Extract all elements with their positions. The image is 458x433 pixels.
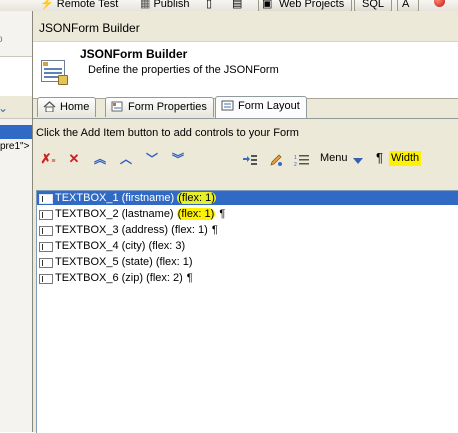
publish-icon: ▦ (140, 0, 151, 10)
move-to-bottom-button[interactable]: ︾ (169, 149, 187, 169)
svg-text:2: 2 (294, 162, 297, 167)
double-chevron-down-icon: ︾ (171, 152, 184, 166)
stop-icon[interactable] (434, 0, 445, 7)
list-item[interactable]: TEXTBOX_6 (zip) (flex: 2) ¶ (37, 271, 458, 285)
move-down-button[interactable]: ﹀ (143, 149, 161, 169)
textbox-icon (39, 258, 53, 268)
list-item[interactable]: TEXTBOX_3 (address) (flex: 1) ¶ (37, 223, 458, 237)
layout-toolbar: ✗≡ ✕ ︽ ︿ ﹀ ︾ 12 Menu ¶ Width (33, 149, 458, 171)
form-layout-icon (221, 99, 234, 111)
chevron-up-icon: ︿ (119, 152, 132, 166)
ide-left-panel: o ⌄ pre1"> (0, 11, 33, 432)
delete-icon: ✕ (68, 151, 80, 166)
list-item[interactable]: TEXTBOX_4 (city) (flex: 3) (37, 239, 458, 253)
banner-heading: JSONForm Builder (80, 47, 188, 61)
numbered-list-icon: 12 (294, 154, 309, 168)
textbox-icon (39, 226, 53, 236)
textbox-icon (39, 274, 53, 284)
dialog-title: JSONForm Builder (39, 21, 140, 35)
left-panel-text: o (0, 34, 3, 45)
tab-home[interactable]: Home (37, 97, 97, 117)
tab-bar: Home Form Properties Form Layout (33, 96, 458, 119)
home-icon (43, 100, 56, 113)
device-icon[interactable]: ▯ (206, 0, 212, 11)
numbered-list-button[interactable]: 12 (293, 149, 311, 169)
web-projects-icon: ▣ (262, 0, 273, 10)
list-item[interactable]: TEXTBOX_2 (lastname) (flex: 1) ¶ (37, 207, 458, 221)
chevron-down-icon: ﹀ (145, 152, 158, 166)
add-item-button[interactable] (241, 149, 259, 169)
list-item[interactable]: TEXTBOX_5 (state) (flex: 1) (37, 255, 458, 269)
width-button[interactable]: Width (389, 151, 422, 166)
menu-dropdown-label[interactable]: Menu (320, 152, 348, 164)
font-icon: A (402, 0, 410, 10)
double-chevron-up-icon: ︽ (93, 152, 106, 166)
chevron-down-icon[interactable]: ⌄ (0, 101, 8, 115)
edit-pencil-icon (270, 154, 282, 166)
clipboard-icon[interactable]: ▤ (232, 0, 242, 11)
svg-text:1: 1 (294, 155, 297, 161)
form-layout-panel: Click the Add Item button to add control… (33, 119, 458, 433)
jsonform-builder-dialog: JSONForm Builder JSONForm Builder Define… (32, 11, 458, 433)
edit-item-button[interactable] (267, 149, 285, 169)
publish-button[interactable]: ▦ Publish (140, 0, 190, 11)
lightning-icon: ⚡ (40, 0, 54, 10)
add-item-icon (243, 154, 257, 165)
tab-form-properties[interactable]: Form Properties (105, 97, 214, 117)
form-items-list[interactable]: TEXTBOX_1 (firstname) (flex: 1) TEXTBOX_… (36, 190, 458, 433)
line-break-button[interactable]: ¶ (376, 150, 383, 165)
move-to-top-button[interactable]: ︽ (91, 149, 109, 169)
left-panel-field[interactable] (0, 56, 32, 100)
left-panel-selection[interactable] (0, 125, 32, 139)
remote-test-button[interactable]: ⚡ Remote Test (40, 0, 118, 11)
code-fragment: pre1"> (0, 141, 30, 152)
textbox-icon (39, 242, 53, 252)
tab-form-layout[interactable]: Form Layout (215, 96, 307, 119)
move-up-button[interactable]: ︿ (117, 149, 135, 169)
remove-all-icon: ✗≡ (40, 151, 56, 166)
list-item[interactable]: TEXTBOX_1 (firstname) (flex: 1) (37, 191, 458, 205)
textbox-icon (39, 210, 53, 220)
banner-description: Define the properties of the JSONForm (88, 64, 279, 76)
form-builder-icon (41, 60, 68, 85)
dialog-banner: JSONForm Builder Define the properties o… (33, 41, 458, 99)
remove-all-button[interactable]: ✗≡ (39, 149, 57, 169)
textbox-icon (39, 194, 53, 204)
form-properties-icon (111, 100, 124, 112)
menu-dropdown-arrow-icon[interactable] (353, 158, 363, 164)
delete-button[interactable]: ✕ (65, 149, 83, 169)
add-item-hint: Click the Add Item button to add control… (36, 127, 299, 139)
